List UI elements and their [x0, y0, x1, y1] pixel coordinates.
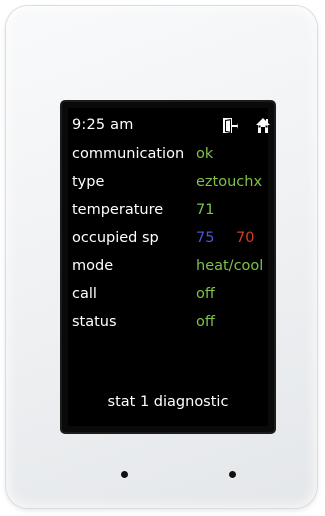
- row-label: communication: [72, 146, 185, 162]
- indicator-led-left: [121, 471, 128, 478]
- door-exit-icon[interactable]: [222, 117, 238, 135]
- row-value: off: [196, 286, 215, 302]
- diagnostic-row-status: status off: [72, 314, 266, 342]
- row-label: occupied sp: [72, 230, 159, 246]
- row-label: call: [72, 286, 97, 302]
- status-bar: 9:25 am: [72, 117, 270, 137]
- cool-setpoint-value: 75: [196, 230, 215, 246]
- diagnostic-row-type: type eztouchx: [72, 174, 266, 202]
- diagnostic-row-communication: communication ok: [72, 146, 266, 174]
- row-value: ok: [196, 146, 214, 162]
- row-label: temperature: [72, 202, 164, 218]
- row-value: eztouchx: [196, 174, 263, 190]
- diagnostic-row-temperature: temperature 71: [72, 202, 266, 230]
- clock-time: 9:25 am: [72, 117, 134, 133]
- diagnostic-row-call: call off: [72, 286, 266, 314]
- touchscreen[interactable]: 9:25 am communication ok type eztouchx t…: [68, 108, 270, 426]
- row-label: mode: [72, 258, 114, 274]
- diagnostic-row-mode: mode heat/cool: [72, 258, 266, 286]
- row-value: 71: [196, 202, 215, 218]
- diagnostic-list: communication ok type eztouchx temperatu…: [72, 146, 266, 342]
- heat-setpoint-value: 70: [236, 230, 255, 246]
- touchscreen-bezel: 9:25 am communication ok type eztouchx t…: [62, 102, 274, 432]
- row-value: heat/cool: [196, 258, 264, 274]
- house-icon[interactable]: [255, 117, 271, 135]
- thermostat-housing: 9:25 am communication ok type eztouchx t…: [6, 6, 317, 508]
- row-label: type: [72, 174, 105, 190]
- diagnostic-row-occupied-sp: occupied sp 75 70: [72, 230, 266, 258]
- row-value: off: [196, 314, 215, 330]
- row-label: status: [72, 314, 117, 330]
- screen-title: stat 1 diagnostic: [107, 394, 229, 410]
- indicator-led-right: [229, 471, 236, 478]
